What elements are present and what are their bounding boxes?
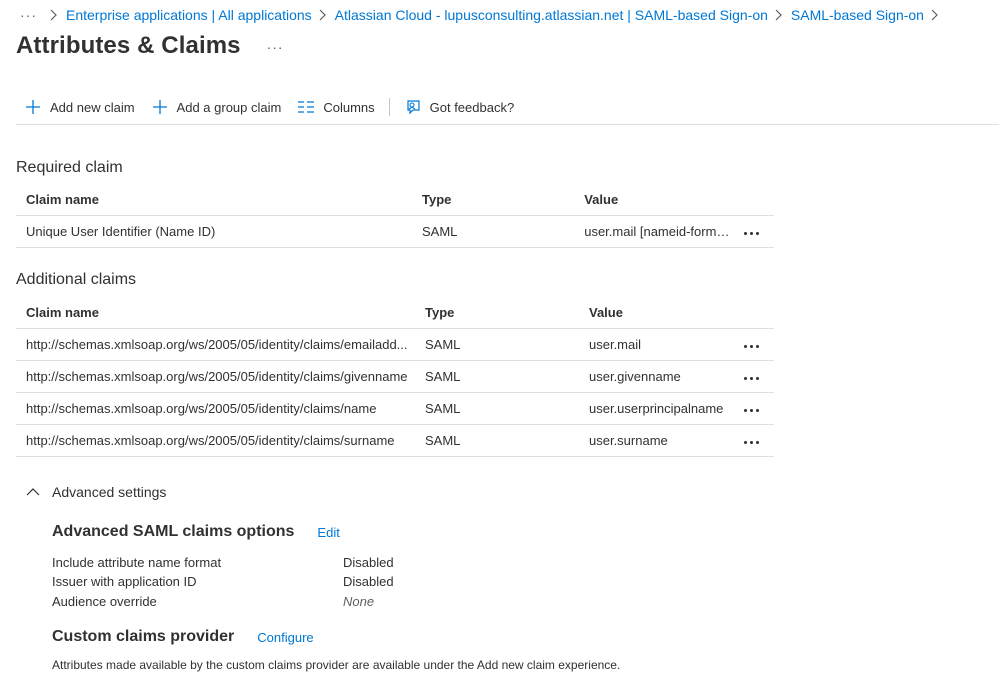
add-new-claim-label: Add new claim [50, 99, 135, 115]
claim-value-cell: user.userprincipalname [579, 392, 734, 425]
chevron-right-icon [49, 9, 57, 21]
setting-value: Disabled [343, 555, 394, 570]
breadcrumb-more-icon[interactable]: ··· [20, 7, 37, 23]
more-actions-icon[interactable] [744, 373, 759, 384]
column-header-type[interactable]: Type [412, 184, 575, 216]
table-header-row: Claim name Type Value [16, 184, 774, 216]
title-row: Attributes & Claims ··· [16, 32, 284, 60]
setting-value: None [343, 594, 375, 609]
breadcrumb-link-saml-sign-on[interactable]: SAML-based Sign-on [791, 7, 924, 23]
chevron-right-icon [318, 9, 326, 21]
advanced-settings-toggle[interactable]: Advanced settings [26, 484, 166, 500]
chevron-right-icon [930, 9, 938, 21]
custom-claims-provider-note: Attributes made available by the custom … [52, 658, 621, 672]
advanced-saml-options-title: Advanced SAML claims options [52, 523, 295, 540]
claim-type-cell: SAML [412, 215, 575, 248]
more-actions-icon[interactable] [744, 405, 759, 416]
row-actions-cell [734, 215, 774, 248]
custom-claims-provider-title: Custom claims provider [52, 628, 235, 645]
claim-value-cell: user.givenname [579, 360, 734, 393]
advanced-settings-label: Advanced settings [52, 484, 167, 500]
column-header-actions [734, 297, 774, 329]
more-actions-icon[interactable] [744, 228, 760, 239]
setting-row: Include attribute name format Disabled [52, 555, 394, 570]
feedback-label: Got feedback? [429, 99, 515, 115]
more-actions-icon[interactable] [744, 437, 759, 448]
claim-type-cell: SAML [415, 360, 579, 393]
row-actions-cell [734, 392, 774, 425]
claim-value-text: user.mail [nameid-forma... [584, 223, 735, 239]
add-group-claim-label: Add a group claim [176, 99, 282, 115]
row-actions-cell [734, 328, 774, 361]
more-actions-icon[interactable] [744, 341, 759, 352]
setting-value: Disabled [343, 574, 394, 589]
columns-button[interactable]: Columns [289, 92, 382, 122]
setting-label: Issuer with application ID [52, 574, 197, 589]
claim-value-cell: user.mail [nameid-forma... [574, 215, 735, 248]
setting-label: Audience override [52, 594, 157, 609]
more-options-icon[interactable]: ··· [267, 39, 284, 55]
configure-link[interactable]: Configure [257, 630, 313, 645]
breadcrumb: ··· Enterprise applications | All applic… [20, 5, 947, 25]
claim-type-cell: SAML [415, 392, 579, 425]
feedback-icon [404, 98, 422, 116]
claim-type-cell: SAML [415, 424, 579, 457]
table-row[interactable]: http://schemas.xmlsoap.org/ws/2005/05/id… [16, 328, 774, 361]
setting-label: Include attribute name format [52, 555, 222, 570]
claim-name-cell[interactable]: http://schemas.xmlsoap.org/ws/2005/05/id… [16, 392, 415, 425]
column-header-value[interactable]: Value [574, 184, 735, 216]
custom-claims-provider-heading: Custom claims provider Configure [52, 628, 314, 646]
additional-claims-table: Claim name Type Value http://schemas.xml… [16, 297, 774, 457]
columns-label: Columns [323, 99, 375, 115]
setting-row: Issuer with application ID Disabled [52, 574, 394, 589]
column-header-actions [734, 184, 774, 216]
add-new-claim-button[interactable]: Add new claim [16, 92, 143, 122]
feedback-button[interactable]: Got feedback? [396, 92, 523, 122]
edit-link[interactable]: Edit [317, 525, 339, 540]
claim-name-cell[interactable]: Unique User Identifier (Name ID) [16, 215, 412, 248]
columns-icon [297, 98, 315, 116]
page-title: Attributes & Claims [16, 32, 241, 59]
additional-claims-heading: Additional claims [16, 271, 137, 288]
column-header-value[interactable]: Value [579, 297, 734, 329]
table-row[interactable]: http://schemas.xmlsoap.org/ws/2005/05/id… [16, 392, 774, 425]
claim-value-cell: user.mail [579, 328, 734, 361]
table-row[interactable]: http://schemas.xmlsoap.org/ws/2005/05/id… [16, 360, 774, 393]
table-row[interactable]: http://schemas.xmlsoap.org/ws/2005/05/id… [16, 424, 774, 457]
chevron-right-icon [774, 9, 782, 21]
row-actions-cell [734, 424, 774, 457]
column-header-claim-name[interactable]: Claim name [16, 184, 412, 216]
plus-icon [24, 98, 42, 116]
column-header-type[interactable]: Type [415, 297, 579, 329]
claim-name-cell[interactable]: http://schemas.xmlsoap.org/ws/2005/05/id… [16, 360, 415, 393]
required-claim-heading: Required claim [16, 159, 123, 176]
command-bar: Add new claim Add a group claim Columns … [16, 92, 999, 125]
table-row[interactable]: Unique User Identifier (Name ID) SAML us… [16, 215, 774, 248]
row-actions-cell [734, 360, 774, 393]
add-group-claim-button[interactable]: Add a group claim [143, 92, 290, 122]
claim-name-cell[interactable]: http://schemas.xmlsoap.org/ws/2005/05/id… [16, 424, 415, 457]
claim-name-cell[interactable]: http://schemas.xmlsoap.org/ws/2005/05/id… [16, 328, 415, 361]
required-claim-table: Claim name Type Value Unique User Identi… [16, 184, 774, 248]
claim-type-cell: SAML [415, 328, 579, 361]
setting-row: Audience override None [52, 594, 374, 609]
toolbar-divider [388, 98, 390, 116]
plus-icon [151, 98, 169, 116]
table-header-row: Claim name Type Value [16, 297, 774, 329]
claim-value-cell: user.surname [579, 424, 734, 457]
breadcrumb-link-enterprise-apps[interactable]: Enterprise applications | All applicatio… [66, 7, 312, 23]
advanced-saml-options-heading: Advanced SAML claims options Edit [52, 523, 340, 541]
column-header-claim-name[interactable]: Claim name [16, 297, 415, 329]
chevron-up-icon [26, 487, 40, 497]
breadcrumb-link-atlassian-cloud[interactable]: Atlassian Cloud - lupusconsulting.atlass… [335, 7, 768, 23]
